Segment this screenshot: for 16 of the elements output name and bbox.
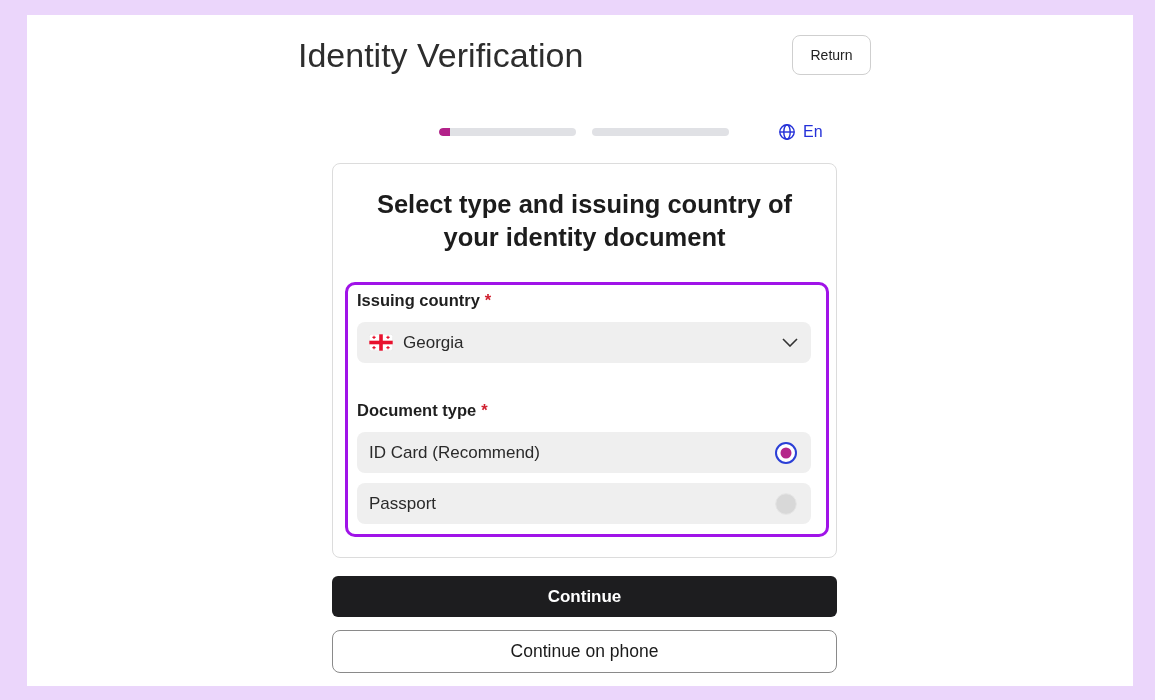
page-title: Identity Verification [298, 35, 584, 75]
language-button[interactable]: En [779, 123, 823, 141]
card-heading: Select type and issuing country of your identity document [375, 189, 794, 253]
field-label: Issuing country [357, 290, 480, 310]
flag-icon [369, 334, 393, 351]
return-button[interactable]: Return [792, 35, 871, 75]
document-type-option[interactable]: ID Card (Recommend) [357, 432, 811, 473]
required-mark: * [481, 400, 488, 420]
country-select[interactable]: Georgia [357, 322, 811, 363]
document-type-option[interactable]: Passport [357, 483, 811, 524]
globe-icon [779, 124, 795, 140]
field-label: Document type [357, 400, 477, 420]
chevron-down-icon [782, 338, 798, 347]
continue-button[interactable]: Continue [332, 576, 837, 617]
required-mark: * [484, 290, 492, 310]
continue-on-phone-button[interactable]: Continue on phone [332, 630, 837, 673]
